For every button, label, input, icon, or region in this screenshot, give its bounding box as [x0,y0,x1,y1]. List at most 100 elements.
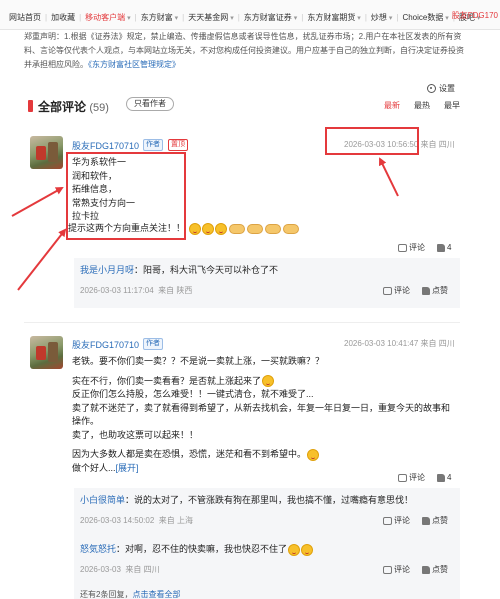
more-replies-text: 还有2条回复， [80,590,133,599]
view-all-replies-link[interactable]: 点击查看全部 [132,590,180,599]
like-label: 点赞 [432,286,448,295]
smile-emoji-icon [288,543,301,556]
post-line: 华为系软件一 [72,157,127,167]
like-button[interactable]: 点赞 [422,285,448,296]
like-button[interactable]: 点赞 [422,515,448,526]
nav-futures-link[interactable]: 东方财富期货 [304,12,363,23]
thumbs-up-icon [422,516,430,525]
reply-location: 来自 四川 [125,565,160,574]
post-location: 来自 四川 [420,339,455,348]
disclaimer-text: 郑重声明：1.根据《证券法》规定，禁止编造、传播虚假信息或者误导性信息，扰乱证券… [24,30,484,72]
post-time: 2026-03-03 10:56:50 [344,140,419,149]
post-actions: 评论 4 [398,472,451,483]
disclaimer-line: 郑重声明：1.根据《证券法》规定，禁止编造、传播虚假信息或者误导性信息，扰乱证券… [24,32,462,41]
comment-button[interactable]: 评论 [398,472,425,483]
reply-location: 来自 上海 [158,516,193,525]
nav-bookmark-link[interactable]: 加收藏 [48,12,78,23]
post-meta: 2026-03-03 10:56:50 来自 四川 [344,139,455,150]
post-location: 来自 四川 [420,140,455,149]
smile-emoji-icon [214,222,227,235]
comment-icon [383,286,392,295]
more-replies: 还有2条回复，点击查看全部 [80,589,180,599]
smile-emoji-icon [188,222,201,235]
comment-icon [398,473,407,482]
reply-username[interactable]: 小白很简单 [80,495,125,505]
nav-fund-link[interactable]: 天天基金网 [185,12,236,23]
settings-button[interactable]: 设置 [427,83,455,94]
like-label: 点赞 [432,565,448,574]
like-button[interactable]: 4 [437,243,451,252]
comment-button[interactable]: 评论 [383,515,410,526]
reply-text: 怒気怒托：对啊，忍不住的快卖嘛，我也快忍不住了 [80,543,314,557]
handshake-emoji-icon [282,223,299,234]
nav-securities-link[interactable]: 东方财富证券 [241,12,300,23]
nav-eastmoney-link[interactable]: 东方财富 [138,12,181,23]
reply-username[interactable]: 怒気怒托 [80,544,116,554]
handshake-emoji-icon [246,223,263,234]
community-rules-link[interactable]: 《东方财富社区管理规定》 [88,60,180,69]
top-nav-links: 网站首页| 加收藏| 移动客户端| 东方财富| 天天基金网| 东方财富证券| 东… [6,10,483,24]
post-line: 实在不行，你们卖一卖看看？是否就上涨起来了 [72,375,450,389]
section-accent-bar [28,100,33,112]
reply-content: ：对啊，忍不住的快卖嘛，我也快忍不住了 [116,544,288,554]
handshake-emoji-icon [264,223,281,234]
nav-choice-link[interactable]: Choice数据 [399,12,451,23]
settings-label: 设置 [439,84,455,93]
current-user-link[interactable]: 股友FDG170 [452,10,498,21]
comment-button[interactable]: 评论 [383,285,410,296]
sort-earliest-tab[interactable]: 最早 [444,100,460,111]
comment-label: 评论 [409,243,425,252]
reply-text: 我是小月月呀：阳哥，科大讯飞今天可以补仓了不 [80,264,278,278]
reply-meta: 2026-03-03 11:17:04 来自 陕西 [80,285,192,296]
avatar[interactable] [30,336,63,369]
reply-text: 小白很简单：说的太对了，不管涨跌有狗在那里叫，我也搞不懂，过嘴瘾有意思伐！ [80,494,413,508]
reply-time: 2026-03-03 [80,565,121,574]
disclaimer-line: 料、言论等仅代表个人观点，与本网站立场无关，不对您构成任何投资建议。用户应基于自… [24,46,464,55]
reply-meta: 2026-03-03 14:50:02 来自 上海 [80,515,193,526]
reply-username[interactable]: 我是小月月呀 [80,265,134,275]
post-line: 卖了就不迷茫了，卖了就看得到希望了，从新去找机会，年复一年日复一日，重复今天的故… [72,402,451,413]
nav-chaoxiang-link[interactable]: 炒想 [368,12,395,23]
reply-time: 2026-03-03 14:50:02 [80,516,155,525]
post-username[interactable]: 股友FDG170710 [72,338,139,351]
post-actions: 评论 4 [398,242,451,253]
author-only-button[interactable]: 只看作者 [126,97,174,111]
comment-button[interactable]: 评论 [398,242,425,253]
comment-button[interactable]: 评论 [383,564,410,575]
comment-label: 评论 [409,473,425,482]
post-line: 反正你们怎么持股，怎么难受！！一键式清仓，就不难受了... [72,389,314,399]
nav-home-link[interactable]: 网站首页 [6,12,44,23]
like-count: 4 [447,473,452,482]
comments-title-text: 全部评论 [38,100,87,114]
disclaimer-line-end: 并承担相应风险。 [24,60,88,69]
reply-content: ：说的太对了，不管涨跌有狗在那里叫，我也搞不懂，过嘴瘾有意思伐！ [125,495,414,505]
like-button[interactable]: 点赞 [422,564,448,575]
reply-actions: 评论 点赞 [383,515,448,526]
post-body: 老铁。要不你们卖一卖？？不是说一卖就上涨，一买就跌嘛？？ 实在不行，你们卖一卖看… [72,355,450,475]
post-username[interactable]: 股友FDG170710 [72,139,139,152]
nav-mobile-client-link[interactable]: 移动客户端 [82,12,133,23]
sort-latest-tab[interactable]: 最新 [384,100,400,111]
comments-title: 全部评论 (59) [38,98,109,115]
comments-header: 全部评论 (59) 只看作者 最新 最热 最早 [24,96,460,116]
expand-link[interactable]: [展开] [116,463,139,473]
comment-icon [383,565,392,574]
comments-count: (59) [89,102,109,114]
reply-actions: 评论 点赞 [383,564,448,575]
post-line: 卖了，也助攻这票可以起来！！ [72,429,199,440]
like-count: 4 [447,243,452,252]
handshake-emoji-icon [228,223,245,234]
sort-hottest-tab[interactable]: 最热 [414,100,430,111]
post-line-text: 做个好人... [72,462,116,473]
like-button[interactable]: 4 [437,473,451,482]
smile-emoji-icon [307,448,320,461]
post-line: 提示这两个方向重点关注！！ [68,223,186,233]
post-line: 因为大多数人都是卖在恐惧，恐慌，迷茫和看不到希望中。 [72,448,450,462]
comment-icon [398,243,407,252]
avatar[interactable] [30,136,63,169]
comment-label: 评论 [394,565,410,574]
post-line: 老铁。要不你们卖一卖？？不是说一卖就上涨，一买就跌嘛？？ [72,356,325,366]
smile-emoji-icon [201,222,214,235]
comment-label: 评论 [394,516,410,525]
grin-emoji-icon [301,543,314,556]
